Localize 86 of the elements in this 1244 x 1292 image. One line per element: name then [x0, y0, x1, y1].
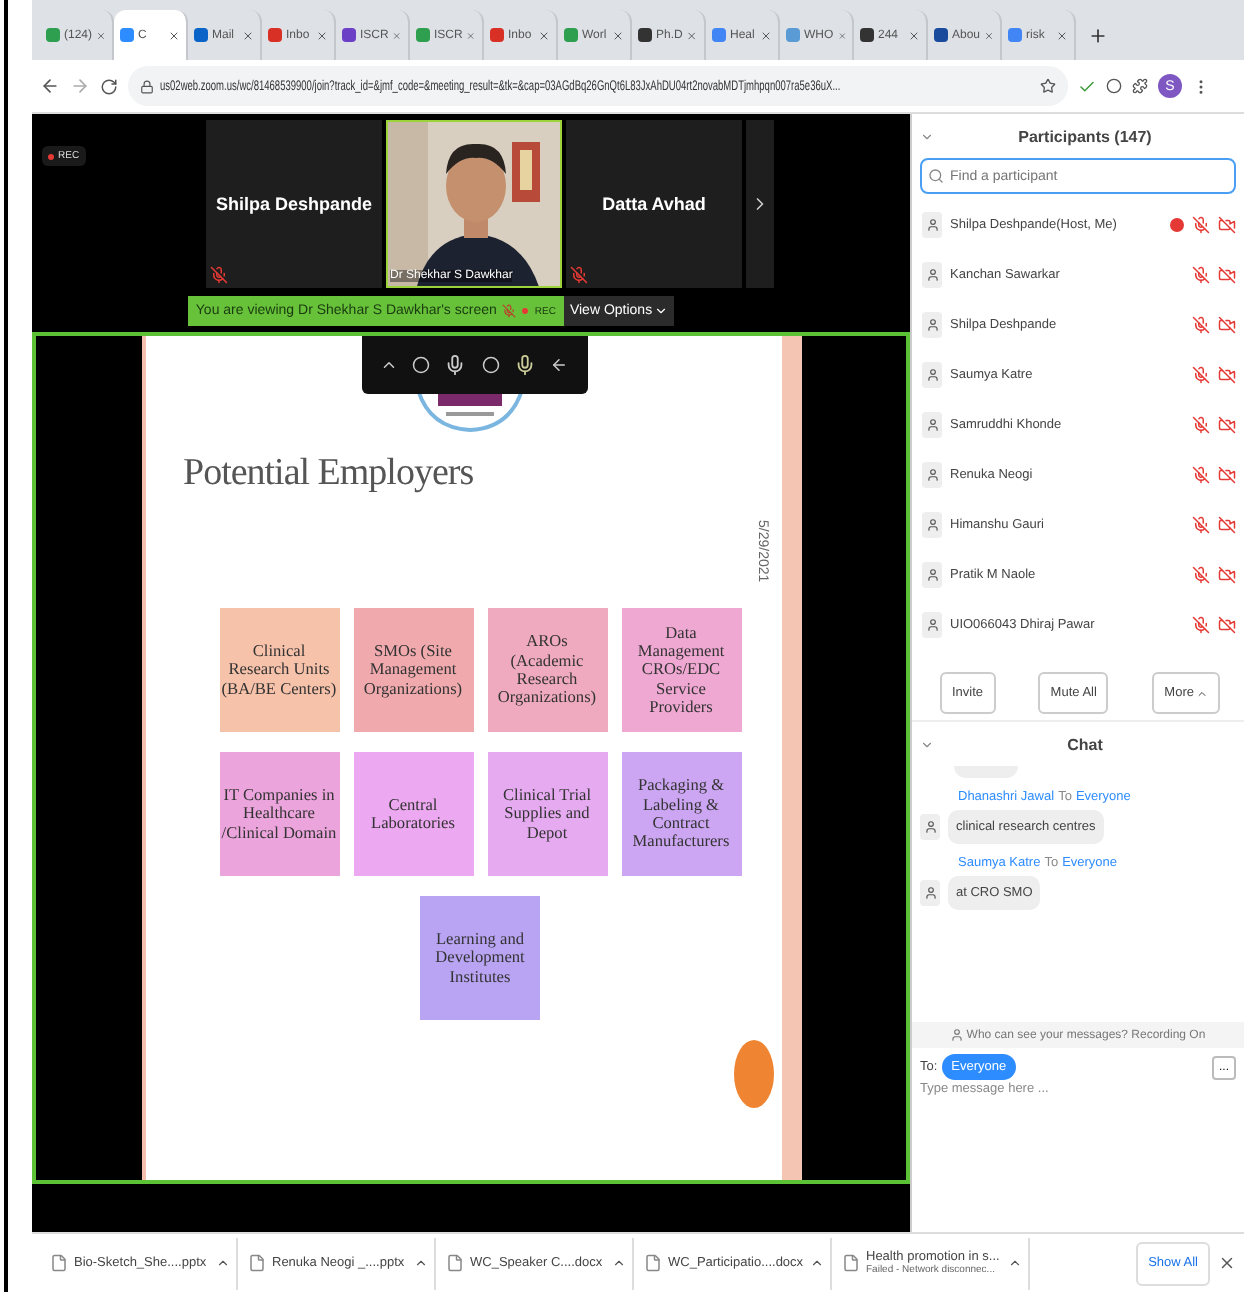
reload-icon[interactable]	[100, 77, 118, 95]
slide-marker-icon	[733, 1040, 773, 1108]
close-icon[interactable]	[168, 29, 180, 41]
caret-icon	[1195, 687, 1208, 699]
file-icon	[248, 1254, 266, 1272]
avatar-icon	[922, 512, 942, 538]
muted-mic-icon	[1192, 416, 1210, 434]
avatar-icon	[922, 462, 942, 488]
participant-name: Datta Avhad	[602, 194, 706, 214]
caret-icon[interactable]	[414, 1256, 428, 1270]
back-icon[interactable]	[549, 356, 568, 374]
caret-icon[interactable]	[216, 1256, 230, 1270]
muted-mic-icon	[1192, 216, 1210, 234]
employer-tile: Learning and Development Institutes	[420, 896, 540, 1020]
camera-off-icon	[1218, 316, 1236, 334]
lock-icon	[140, 79, 154, 93]
camera-off-icon	[1218, 616, 1236, 634]
caret-icon[interactable]	[810, 1256, 824, 1270]
employer-tile: Packaging & Labeling & Contract Manufacturers	[621, 752, 741, 876]
muted-mic-icon	[1192, 316, 1210, 334]
new-tab-icon[interactable]	[1088, 26, 1108, 46]
camera-off-icon	[1218, 516, 1236, 534]
back-icon[interactable]	[40, 76, 60, 96]
avatar-icon	[922, 312, 942, 338]
employer-tile: IT Companies in Healthcare /Clinical Domain	[219, 752, 339, 876]
camera-off-icon	[1218, 216, 1236, 234]
camera-off-icon	[1218, 466, 1236, 484]
panel-title: Participants (147)	[1016, 127, 1154, 145]
file-icon	[446, 1254, 464, 1272]
muted-mic-icon	[1192, 366, 1210, 384]
muted-mic-icon	[502, 304, 517, 318]
close-icon[interactable]	[760, 29, 772, 41]
record-icon[interactable]	[412, 356, 431, 374]
collapse-icon[interactable]	[920, 737, 934, 751]
employer-tile: Clinical Research Units (BA/BE Centers)	[219, 608, 339, 732]
avatar-icon	[922, 212, 942, 238]
muted-mic-icon	[1192, 616, 1210, 634]
slide-title: Potential Employers	[183, 452, 476, 496]
avatar-icon	[920, 814, 940, 840]
avatar-icon	[922, 562, 942, 588]
close-icon[interactable]	[1056, 29, 1068, 41]
mic-icon[interactable]	[444, 354, 467, 376]
close-icon[interactable]	[242, 29, 254, 41]
chevron-icon[interactable]	[380, 356, 399, 374]
muted-mic-icon	[1192, 566, 1210, 584]
avatar-icon	[922, 412, 942, 438]
muted-mic-icon	[1192, 266, 1210, 284]
close-icon[interactable]	[908, 29, 920, 41]
file-icon	[842, 1254, 860, 1272]
mic-icon[interactable]	[513, 354, 536, 376]
employer-tile: SMOs (Site Management Organizations)	[353, 608, 473, 732]
file-icon	[50, 1254, 68, 1272]
avatar-icon	[920, 880, 940, 906]
star-icon[interactable]	[1040, 78, 1056, 94]
close-icon[interactable]	[612, 29, 624, 41]
caret-icon	[654, 304, 669, 318]
puzzle-icon[interactable]	[1132, 78, 1148, 94]
employer-tile: Clinical Trial Supplies and Depot	[487, 752, 607, 876]
camera-off-icon	[1218, 366, 1236, 384]
employer-tile: AROs (Academic Research Organizations)	[487, 608, 607, 732]
search-icon	[928, 168, 944, 184]
participant-name: Shilpa Deshpande	[215, 194, 373, 214]
recording-dot-icon	[522, 308, 529, 314]
avatar-icon	[922, 362, 942, 388]
panel-title: Chat	[1065, 735, 1105, 753]
camera-off-icon	[1218, 566, 1236, 584]
caret-icon[interactable]	[612, 1256, 626, 1270]
collapse-icon[interactable]	[920, 129, 934, 143]
close-icon[interactable]	[316, 29, 328, 41]
check-icon[interactable]	[1078, 77, 1096, 95]
file-icon	[644, 1254, 662, 1272]
person-icon	[950, 1028, 965, 1042]
camera-off-icon	[1218, 266, 1236, 284]
avatar-icon	[922, 262, 942, 288]
close-icon[interactable]	[1218, 1254, 1236, 1272]
caret-icon[interactable]	[1008, 1256, 1022, 1270]
employer-tile: Central Laboratories	[353, 752, 473, 876]
logo-icon	[413, 388, 525, 432]
recording-dot-icon	[48, 153, 54, 159]
camera-off-icon	[1218, 416, 1236, 434]
close-icon[interactable]	[538, 29, 550, 41]
avatar-icon	[922, 612, 942, 638]
muted-mic-icon	[1192, 466, 1210, 484]
employer-tile: Data Management CROs/EDC Service Providers	[621, 608, 741, 732]
circle-icon[interactable]	[1106, 78, 1122, 94]
muted-mic-icon	[1192, 516, 1210, 534]
